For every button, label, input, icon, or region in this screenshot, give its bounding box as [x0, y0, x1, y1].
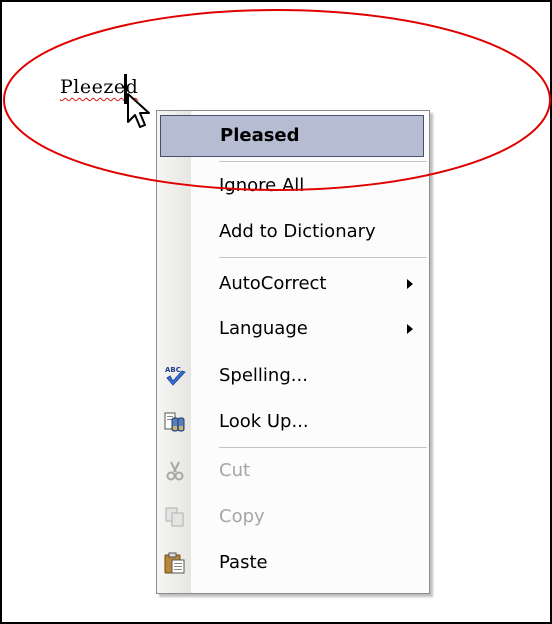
annotation-ellipse	[3, 9, 551, 191]
